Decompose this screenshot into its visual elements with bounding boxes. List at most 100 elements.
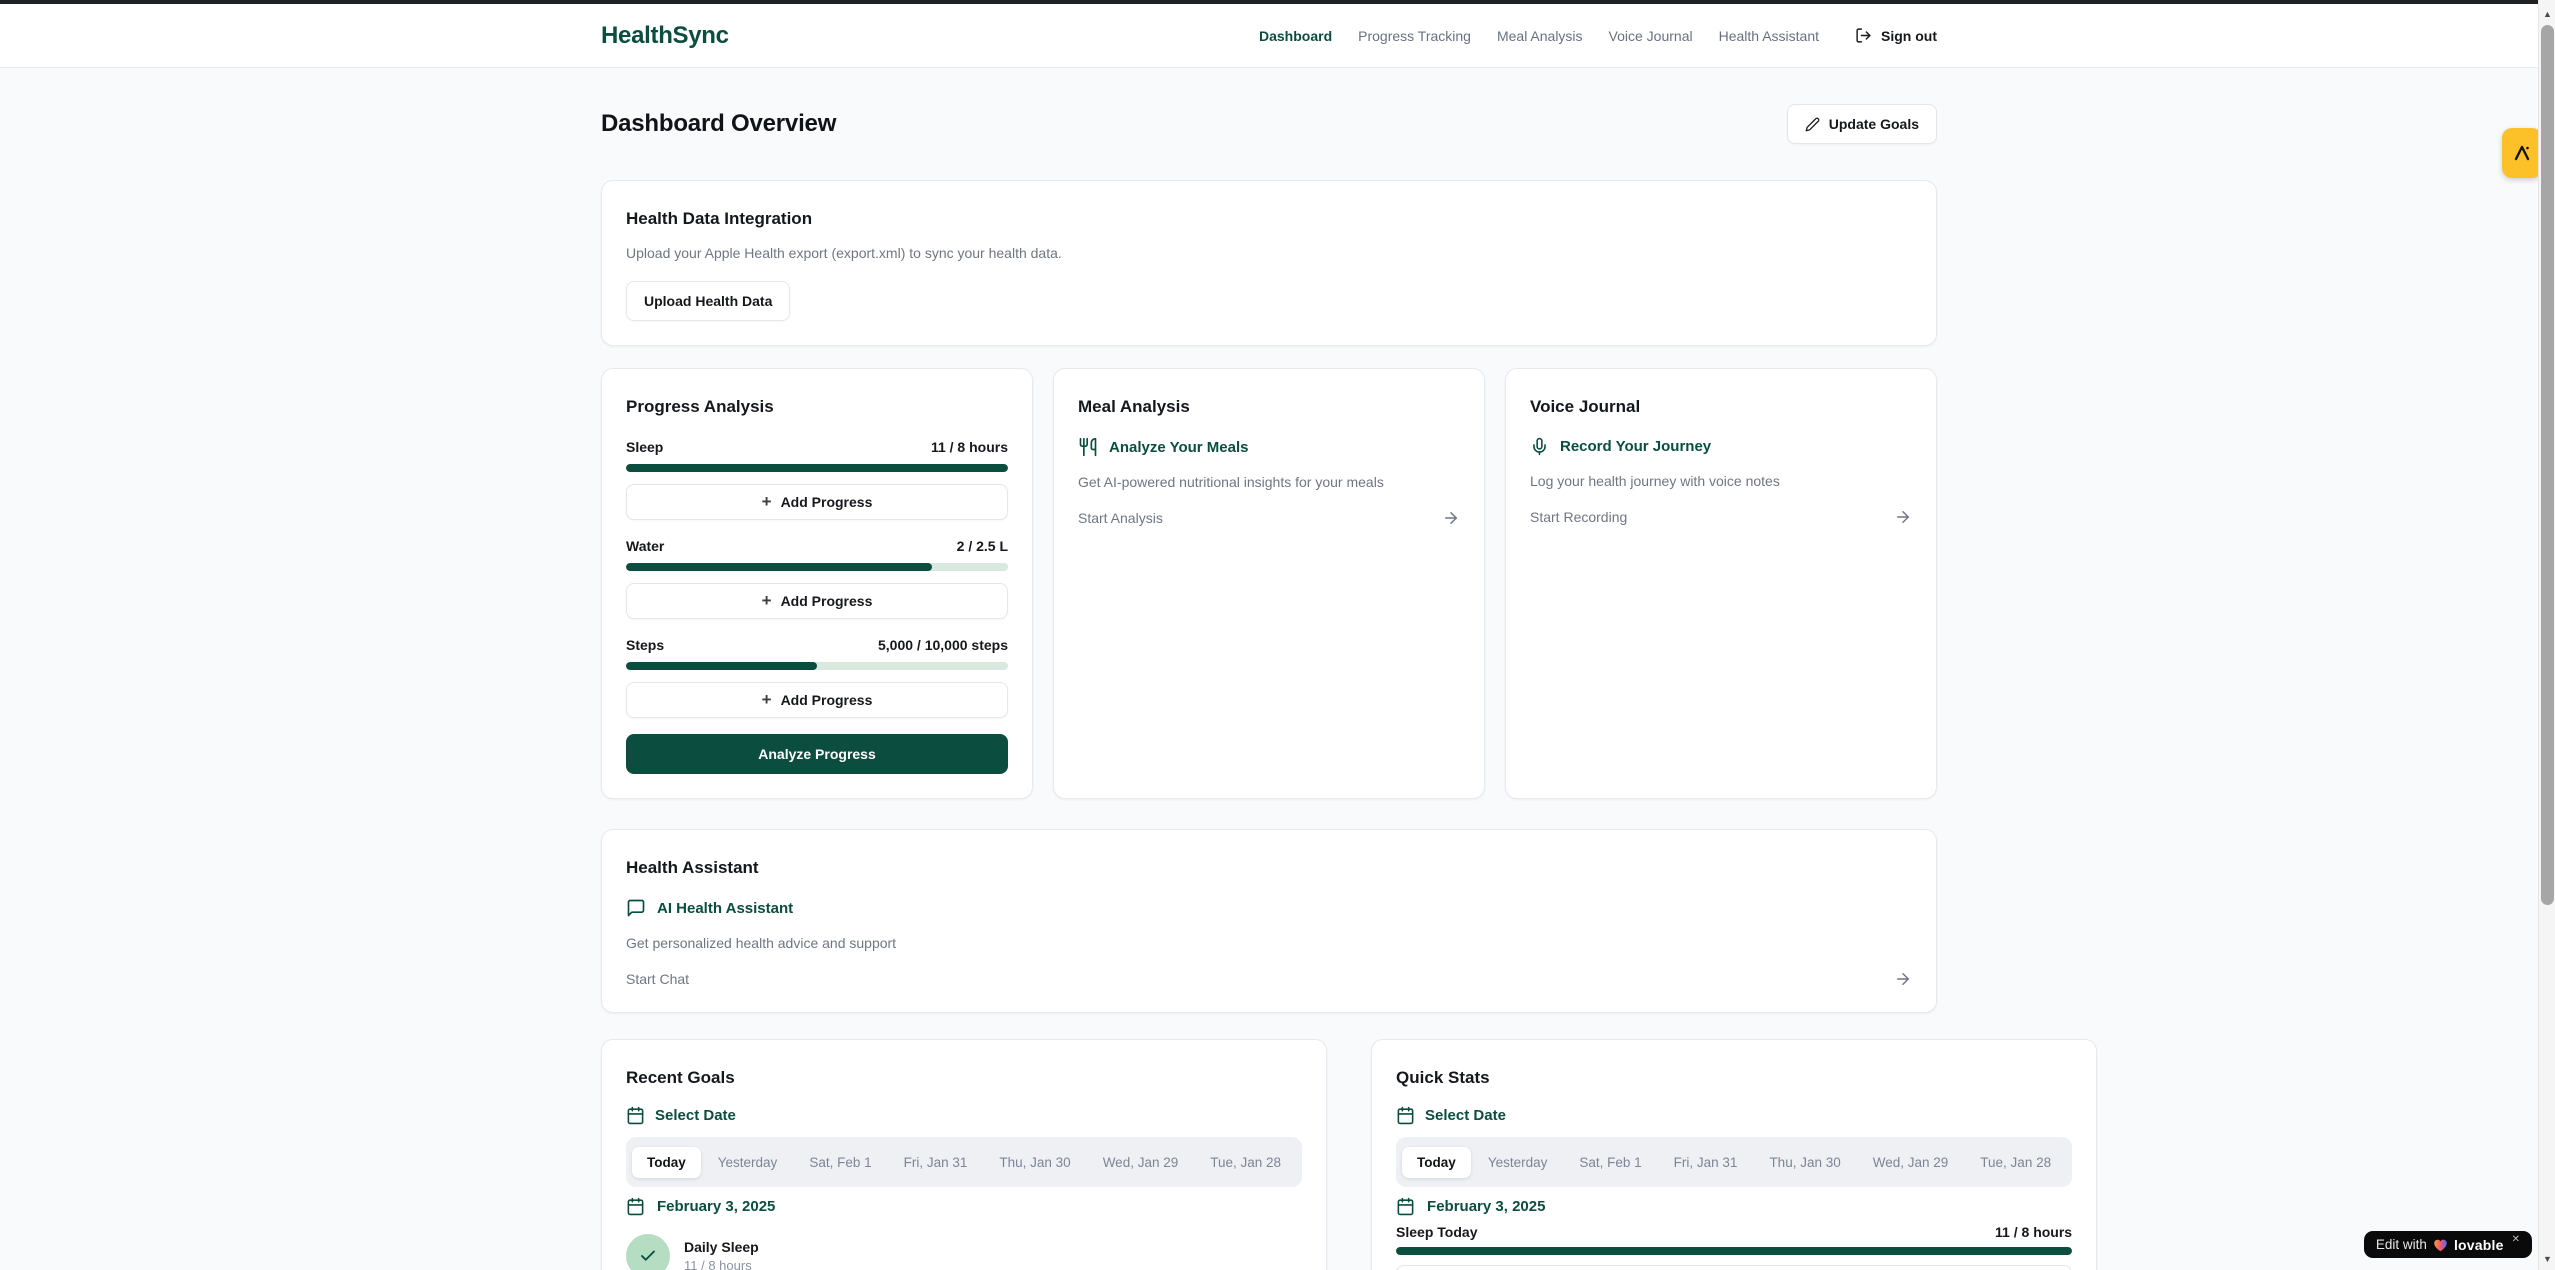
calendar-icon <box>626 1106 645 1125</box>
integration-description: Upload your Apple Health export (export.… <box>626 243 1912 263</box>
start-chat-action[interactable]: Start Chat <box>626 970 1912 988</box>
ai-health-assistant-link[interactable]: AI Health Assistant <box>626 898 1912 918</box>
plus-icon: + <box>762 691 772 708</box>
metric-value: 11 / 8 hours <box>931 437 1008 457</box>
voice-journal-card: Voice Journal Record Your Journey Log yo… <box>1505 368 1937 799</box>
pencil-icon <box>1805 117 1820 132</box>
recent-goals-card: Recent Goals Select Date Today Yesterday… <box>601 1039 1327 1270</box>
vertical-scrollbar[interactable]: ▲ ▼ <box>2538 0 2555 1270</box>
nav-link-meal-analysis[interactable]: Meal Analysis <box>1497 28 1583 44</box>
date-tab-jan-30[interactable]: Thu, Jan 30 <box>984 1147 1085 1178</box>
nav-link-progress-tracking[interactable]: Progress Tracking <box>1358 28 1471 44</box>
date-tab-today[interactable]: Today <box>632 1147 701 1178</box>
voice-journal-description: Log your health journey with voice notes <box>1530 471 1912 491</box>
record-your-journey-link[interactable]: Record Your Journey <box>1530 437 1912 456</box>
nav-link-dashboard[interactable]: Dashboard <box>1259 28 1332 44</box>
date-tab-yesterday[interactable]: Yesterday <box>703 1147 793 1178</box>
recent-goals-select-date[interactable]: Select Date <box>626 1106 1302 1125</box>
date-tab-jan-29[interactable]: Wed, Jan 29 <box>1088 1147 1194 1178</box>
meal-analysis-description: Get AI-powered nutritional insights for … <box>1078 472 1460 492</box>
metric-label: Sleep <box>626 437 663 457</box>
recent-goals-current-date[interactable]: February 3, 2025 <box>626 1197 1302 1216</box>
date-tab-jan-29[interactable]: Wed, Jan 29 <box>1858 1147 1964 1178</box>
ai-health-assistant-label: AI Health Assistant <box>657 900 793 917</box>
date-tab-yesterday[interactable]: Yesterday <box>1473 1147 1563 1178</box>
health-assistant-card: Health Assistant AI Health Assistant Get… <box>601 829 1937 1013</box>
edit-with-lovable-badge[interactable]: Edit with lovable ✕ <box>2364 1231 2532 1258</box>
integration-title: Health Data Integration <box>626 205 1912 233</box>
progress-analysis-title: Progress Analysis <box>626 393 1008 421</box>
current-date-label: February 3, 2025 <box>1427 1198 1545 1215</box>
analyze-your-meals-link[interactable]: Analyze Your Meals <box>1078 437 1460 457</box>
date-tab-today[interactable]: Today <box>1402 1147 1471 1178</box>
date-tab-feb-1[interactable]: Sat, Feb 1 <box>794 1147 886 1178</box>
goal-value: 11 / 8 hours <box>684 1257 759 1270</box>
metric-value: 2 / 2.5 L <box>957 536 1008 556</box>
sleep-progress-bar <box>626 464 1008 472</box>
update-goals-label: Update Goals <box>1829 116 1919 132</box>
badge-close-icon[interactable]: ✕ <box>2512 1234 2520 1245</box>
analyze-your-meals-label: Analyze Your Meals <box>1109 439 1249 456</box>
water-progress-bar <box>626 563 1008 571</box>
arrow-right-icon <box>1442 509 1460 527</box>
quick-stats-current-date[interactable]: February 3, 2025 <box>1396 1197 2072 1216</box>
nav-link-voice-journal[interactable]: Voice Journal <box>1609 28 1693 44</box>
metric-label: Water <box>626 536 664 556</box>
add-progress-button-steps[interactable]: + Add Progress <box>626 682 1008 718</box>
record-your-journey-label: Record Your Journey <box>1560 438 1711 455</box>
goal-completed-badge <box>626 1234 670 1270</box>
upload-health-data-button[interactable]: Upload Health Data <box>626 281 790 321</box>
meal-analysis-card: Meal Analysis Analyze Your Meals Get AI-… <box>1053 368 1485 799</box>
select-date-label: Select Date <box>655 1107 736 1124</box>
date-tab-feb-1[interactable]: Sat, Feb 1 <box>1564 1147 1656 1178</box>
utensils-icon <box>1078 437 1098 457</box>
quick-stats-title: Quick Stats <box>1396 1064 2072 1092</box>
badge-brand: lovable <box>2454 1237 2504 1253</box>
start-analysis-action[interactable]: Start Analysis <box>1078 509 1460 527</box>
start-chat-label: Start Chat <box>626 971 689 987</box>
date-tab-jan-30[interactable]: Thu, Jan 30 <box>1754 1147 1855 1178</box>
analyze-progress-button[interactable]: Analyze Progress <box>626 734 1008 774</box>
anima-logo-icon <box>2511 142 2533 164</box>
scrollbar-up-arrow[interactable]: ▲ <box>2539 5 2555 22</box>
date-tab-jan-28[interactable]: Tue, Jan 28 <box>1195 1147 1296 1178</box>
sleep-today-progress-bar <box>1396 1247 2072 1255</box>
quick-stats-select-date[interactable]: Select Date <box>1396 1106 2072 1125</box>
start-recording-action[interactable]: Start Recording <box>1530 508 1912 526</box>
arrow-right-icon <box>1894 970 1912 988</box>
add-progress-button-quick-stats[interactable]: + Add Progress <box>1396 1265 2072 1270</box>
badge-prefix: Edit with <box>2376 1237 2427 1252</box>
calendar-icon <box>1396 1197 1415 1216</box>
app-header: HealthSync Dashboard Progress Tracking M… <box>0 4 2538 68</box>
app-logo[interactable]: HealthSync <box>601 22 729 50</box>
start-analysis-label: Start Analysis <box>1078 510 1163 526</box>
nav-link-health-assistant[interactable]: Health Assistant <box>1719 28 1819 44</box>
health-data-integration-card: Health Data Integration Upload your Appl… <box>601 180 1937 346</box>
sign-out-label: Sign out <box>1881 28 1937 44</box>
heart-icon <box>2433 1238 2448 1252</box>
steps-progress-bar <box>626 662 1008 670</box>
metric-sleep: Sleep 11 / 8 hours + Add Progress <box>626 437 1008 536</box>
add-progress-button-water[interactable]: + Add Progress <box>626 583 1008 619</box>
metric-steps: Steps 5,000 / 10,000 steps + Add Progres… <box>626 635 1008 734</box>
stat-value: 11 / 8 hours <box>1995 1224 2072 1240</box>
date-tab-jan-31[interactable]: Fri, Jan 31 <box>889 1147 983 1178</box>
add-progress-button-sleep[interactable]: + Add Progress <box>626 484 1008 520</box>
scrollbar-thumb[interactable] <box>2541 25 2554 905</box>
microphone-icon <box>1530 437 1549 456</box>
date-tab-jan-31[interactable]: Fri, Jan 31 <box>1659 1147 1753 1178</box>
update-goals-button[interactable]: Update Goals <box>1787 104 1937 144</box>
sign-out-button[interactable]: Sign out <box>1855 27 1937 44</box>
progress-analysis-card: Progress Analysis Sleep 11 / 8 hours + A… <box>601 368 1033 799</box>
main-nav: Dashboard Progress Tracking Meal Analysi… <box>1259 27 1937 44</box>
goal-item-daily-sleep: Daily Sleep 11 / 8 hours <box>626 1234 1302 1270</box>
scrollbar-down-arrow[interactable]: ▼ <box>2539 1250 2555 1267</box>
edit-widget-fab[interactable] <box>2502 128 2542 178</box>
recent-goals-date-tabs: Today Yesterday Sat, Feb 1 Fri, Jan 31 T… <box>626 1137 1302 1187</box>
start-recording-label: Start Recording <box>1530 509 1627 525</box>
date-tab-jan-28[interactable]: Tue, Jan 28 <box>1965 1147 2066 1178</box>
select-date-label: Select Date <box>1425 1107 1506 1124</box>
metric-water: Water 2 / 2.5 L + Add Progress <box>626 536 1008 635</box>
stat-label: Sleep Today <box>1396 1224 1477 1240</box>
metric-label: Steps <box>626 635 664 655</box>
